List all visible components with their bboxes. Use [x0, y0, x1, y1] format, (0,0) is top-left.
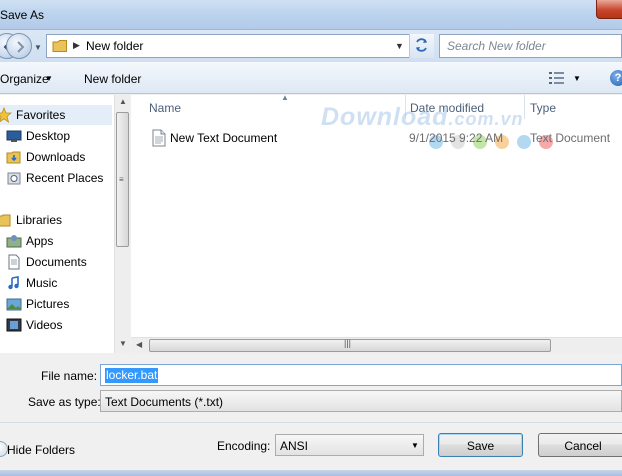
column-type-label: Type — [530, 101, 557, 115]
nav-pictures[interactable]: Pictures — [0, 294, 112, 314]
nav-videos[interactable]: Videos — [0, 315, 112, 335]
nav-videos-label: Videos — [26, 318, 63, 332]
file-list[interactable]: Name ▲ Date modified Type Download.com.v… — [131, 93, 622, 353]
nav-libraries[interactable]: Libraries — [0, 210, 112, 230]
videos-icon — [6, 318, 22, 332]
apps-icon — [6, 235, 22, 248]
star-icon — [0, 107, 12, 123]
nav-recent-places-label: Recent Places — [26, 171, 104, 185]
documents-icon — [8, 254, 20, 270]
save-form: File name: locker.bat Save as type: Text… — [0, 354, 622, 476]
text-document-icon — [152, 129, 166, 147]
views-dropdown-icon[interactable]: ▼ — [573, 74, 581, 83]
encoding-select[interactable]: ANSI ▼ — [275, 434, 424, 456]
file-row[interactable]: New Text Document 9/1/2015 9:22 AM Text … — [151, 129, 621, 149]
breadcrumb-current[interactable]: New folder — [86, 39, 143, 53]
window-title: Save As — [0, 8, 45, 22]
navigation-pane: Favorites Desktop Downloads Recent Place… — [0, 95, 130, 353]
command-toolbar: Organize ▼ New folder ▼ ? — [0, 62, 622, 94]
search-input[interactable]: Search New folder — [439, 34, 622, 58]
organize-button[interactable]: Organize — [0, 72, 49, 86]
file-name-value: locker.bat — [105, 368, 159, 383]
save-as-type-value: Text Documents (*.txt) — [105, 395, 224, 409]
favorites-header: Favorites — [16, 108, 66, 122]
file-name-input[interactable]: locker.bat — [100, 364, 622, 386]
cancel-button-label: Cancel — [564, 439, 602, 453]
forward-button[interactable] — [6, 33, 32, 59]
history-dropdown-icon[interactable]: ▼ — [34, 43, 42, 52]
nav-pictures-label: Pictures — [26, 297, 70, 311]
column-name-label: Name — [149, 101, 182, 115]
organize-dropdown-icon[interactable]: ▼ — [45, 74, 53, 83]
encoding-value: ANSI — [280, 439, 309, 453]
file-date-modified: 9/1/2015 9:22 AM — [409, 131, 504, 145]
save-button-label: Save — [466, 439, 495, 453]
file-type: Text Document — [530, 131, 611, 145]
music-icon — [8, 276, 19, 290]
scroll-grip-icon: ||| — [344, 338, 352, 348]
downloads-folder-icon — [6, 151, 21, 164]
nav-vertical-scrollbar[interactable]: ▲ ≡ ▼ — [114, 95, 130, 353]
libraries-icon — [0, 214, 11, 227]
scroll-grip-icon: ≡ — [119, 175, 124, 184]
sort-ascending-icon: ▲ — [281, 93, 289, 102]
save-as-type-label: Save as type: — [28, 395, 101, 409]
nav-desktop[interactable]: Desktop — [0, 126, 112, 146]
pictures-icon — [6, 298, 22, 311]
address-bar[interactable]: ▶ New folder ▼ — [46, 34, 434, 58]
nav-favorites[interactable]: Favorites — [0, 105, 112, 125]
nav-documents-label: Documents — [26, 255, 87, 269]
folder-icon — [52, 40, 67, 52]
new-folder-button[interactable]: New folder — [84, 72, 141, 86]
save-button[interactable]: Save — [438, 433, 523, 457]
refresh-icon — [416, 38, 427, 52]
file-name-label: File name: — [41, 369, 98, 383]
save-as-type-select[interactable]: Text Documents (*.txt) — [100, 390, 622, 412]
hide-folders-label: Hide Folders — [7, 443, 76, 457]
file-name: New Text Document — [170, 131, 278, 145]
search-placeholder: Search New folder — [447, 39, 546, 53]
nav-apps-label: Apps — [26, 234, 54, 248]
close-button[interactable] — [596, 0, 622, 19]
file-list-horizontal-scrollbar[interactable]: ◀ ||| — [131, 337, 622, 353]
help-icon[interactable]: ? — [610, 70, 622, 86]
address-dropdown-icon[interactable]: ▼ — [395, 41, 404, 51]
nav-music[interactable]: Music — [0, 273, 112, 293]
nav-music-label: Music — [26, 276, 58, 290]
desktop-icon — [6, 130, 22, 142]
chevron-down-icon[interactable]: ▼ — [411, 441, 419, 450]
column-header-type[interactable]: Type — [524, 95, 622, 119]
cancel-button[interactable]: Cancel — [538, 433, 622, 457]
recent-places-icon — [7, 172, 21, 185]
scroll-down-icon[interactable]: ▼ — [119, 339, 127, 348]
breadcrumb-separator-icon[interactable]: ▶ — [73, 40, 80, 51]
nav-documents[interactable]: Documents — [0, 252, 112, 272]
nav-downloads[interactable]: Downloads — [0, 147, 112, 167]
encoding-label: Encoding: — [217, 439, 271, 453]
libraries-header: Libraries — [16, 213, 63, 227]
nav-desktop-label: Desktop — [26, 129, 71, 143]
refresh-button[interactable] — [409, 34, 434, 58]
nav-apps[interactable]: Apps — [0, 231, 112, 251]
watermark-logo: Download.com.vn — [321, 103, 524, 131]
window-frame-bottom — [0, 470, 622, 476]
scroll-up-icon[interactable]: ▲ — [119, 97, 127, 106]
forward-arrow-icon — [17, 41, 25, 53]
nav-recent-places[interactable]: Recent Places — [0, 168, 112, 188]
address-row: ▼ ▶ New folder ▼ Search New folder — [0, 30, 622, 62]
view-options-icon[interactable] — [548, 71, 566, 85]
form-divider — [0, 422, 622, 423]
hide-folders-toggle[interactable]: Hide Folders — [0, 441, 100, 458]
nav-downloads-label: Downloads — [26, 150, 86, 164]
title-bar: Save As — [0, 0, 622, 30]
scroll-left-icon[interactable]: ◀ — [136, 340, 142, 349]
